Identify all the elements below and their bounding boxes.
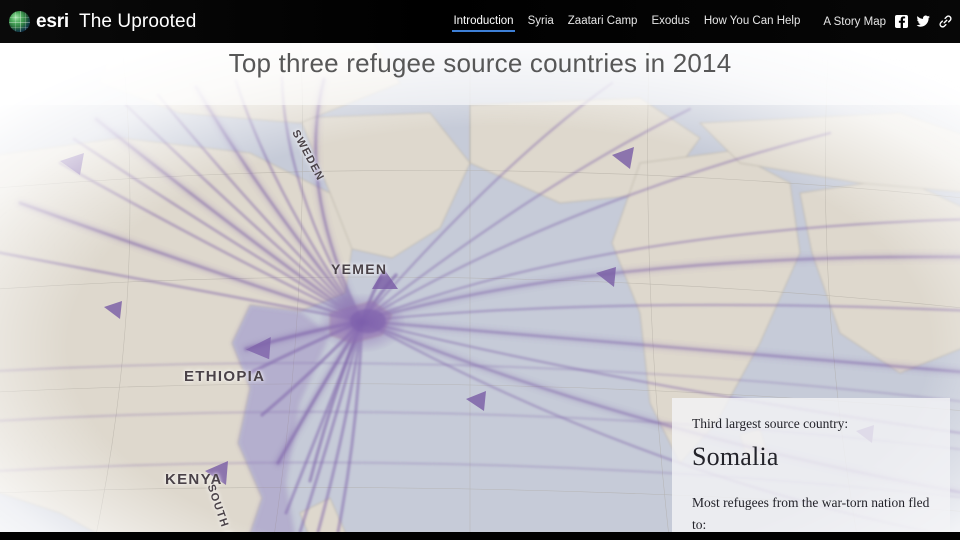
esri-wordmark: esri — [36, 10, 70, 32]
page-title: Top three refugee source countries in 20… — [228, 48, 732, 78]
main-nav: Introduction Syria Zaatari Camp Exodus H… — [446, 0, 960, 43]
link-icon[interactable] — [938, 15, 952, 29]
nav-item-how-you-can-help[interactable]: How You Can Help — [697, 0, 808, 43]
nav-item-zaatari-camp[interactable]: Zaatari Camp — [561, 0, 645, 43]
bottom-bar — [0, 532, 960, 540]
brand[interactable]: esri The Uprooted — [9, 11, 196, 33]
nav-item-syria[interactable]: Syria — [521, 0, 561, 43]
info-panel: Third largest source country: Somalia Mo… — [672, 398, 950, 532]
esri-globe-icon — [9, 11, 30, 32]
story-map-page: SWEDEN YEMEN ETHIOPIA KENYA SOUTH AFRICA… — [0, 0, 960, 540]
map-label-yemen: YEMEN — [331, 261, 388, 277]
panel-country-name: Somalia — [692, 442, 779, 472]
map-label-ethiopia: ETHIOPIA — [184, 368, 266, 385]
panel-kicker: Third largest source country: — [692, 416, 849, 431]
site-header: esri The Uprooted Introduction Syria Zaa… — [0, 0, 960, 43]
site-title: The Uprooted — [79, 10, 197, 32]
story-map-label: A Story Map — [823, 15, 886, 28]
nav-item-introduction[interactable]: Introduction — [446, 0, 520, 43]
nav-item-exodus[interactable]: Exodus — [644, 0, 696, 43]
panel-body-text: Most refugees from the war-torn nation f… — [692, 494, 930, 532]
facebook-icon[interactable] — [894, 15, 908, 29]
twitter-icon[interactable] — [916, 15, 930, 29]
